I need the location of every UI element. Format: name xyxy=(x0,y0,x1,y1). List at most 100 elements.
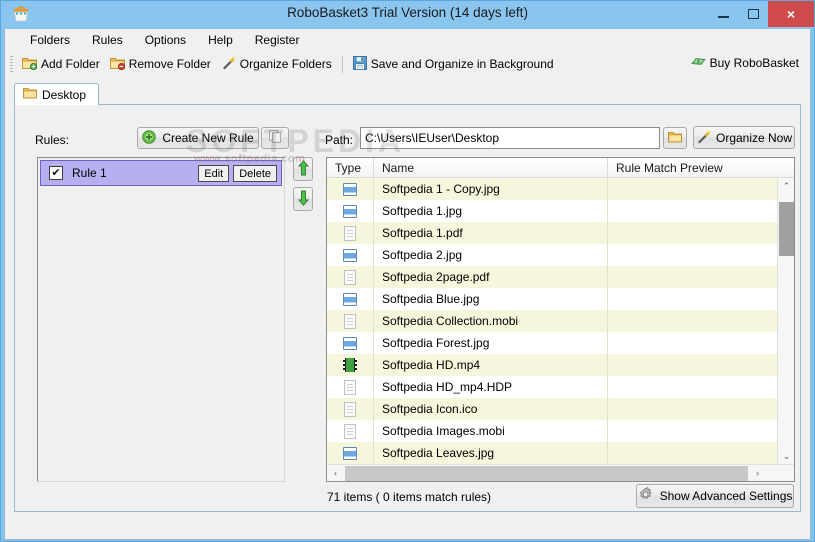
buy-robobasket-button[interactable]: Buy RoboBasket xyxy=(686,53,804,73)
create-new-rule-button[interactable]: Create New Rule xyxy=(137,127,259,149)
tab-desktop[interactable]: Desktop xyxy=(14,83,100,105)
path-input[interactable] xyxy=(360,127,660,149)
file-type-cell xyxy=(327,288,374,310)
move-rule-down-button[interactable] xyxy=(293,187,313,211)
scroll-right-button[interactable]: › xyxy=(749,465,766,481)
toolbar-separator xyxy=(341,55,343,73)
minimize-button[interactable] xyxy=(708,1,738,27)
document-icon xyxy=(344,269,356,285)
file-type-cell xyxy=(327,332,374,354)
file-list-row[interactable]: Softpedia 2.jpg xyxy=(327,244,794,266)
delete-rule-button[interactable]: Delete xyxy=(233,165,277,182)
file-name-cell: Softpedia Blue.jpg xyxy=(374,288,608,310)
close-button[interactable]: × xyxy=(768,1,814,27)
rule-match-preview-cell xyxy=(608,222,794,244)
horizontal-scroll-thumb[interactable] xyxy=(345,465,748,481)
image-icon xyxy=(343,248,357,262)
file-list: Type Name Rule Match Preview Softpedia 1… xyxy=(326,157,795,482)
move-rule-up-button[interactable] xyxy=(293,157,313,181)
menu-item-rules[interactable]: Rules xyxy=(81,31,134,49)
column-header-rule-match-preview[interactable]: Rule Match Preview xyxy=(608,158,776,178)
rules-list-item[interactable]: ✔ Rule 1 Edit Delete xyxy=(40,160,282,186)
magic-wand-icon xyxy=(221,55,236,73)
save-organize-background-label: Save and Organize in Background xyxy=(370,57,554,71)
file-list-row[interactable]: Softpedia Images.mobi xyxy=(327,420,794,442)
scroll-down-button[interactable]: ⌄ xyxy=(778,448,794,465)
arrow-up-icon xyxy=(297,159,309,179)
window-controls: × xyxy=(708,1,814,27)
rule-match-preview-cell xyxy=(608,266,794,288)
maximize-icon xyxy=(747,9,759,19)
maximize-button[interactable] xyxy=(738,1,768,27)
window-title: RoboBasket3 Trial Version (14 days left) xyxy=(287,5,528,20)
file-list-row[interactable]: Softpedia Collection.mobi xyxy=(327,310,794,332)
tab-desktop-label: Desktop xyxy=(42,87,87,102)
file-name-cell: Softpedia Images.mobi xyxy=(374,420,608,442)
file-list-vertical-scrollbar[interactable]: ⌃ ⌄ xyxy=(777,178,794,465)
file-list-row[interactable]: Softpedia 1 - Copy.jpg xyxy=(327,178,794,200)
rule-actions: Edit Delete xyxy=(198,165,277,182)
file-list-row[interactable]: Softpedia Forest.jpg xyxy=(327,332,794,354)
rule-name-label: Rule 1 xyxy=(72,166,107,180)
file-name-cell: Softpedia 2page.pdf xyxy=(374,266,608,288)
menu-item-folders[interactable]: Folders xyxy=(19,31,81,49)
show-advanced-settings-label: Show Advanced Settings xyxy=(659,489,793,503)
magic-wand-icon xyxy=(696,129,711,147)
copy-rule-button[interactable] xyxy=(261,127,289,149)
rules-label: Rules: xyxy=(35,133,70,147)
scroll-up-button[interactable]: ⌃ xyxy=(778,178,794,195)
file-name-cell: Softpedia 1.jpg xyxy=(374,200,608,222)
tab-panel-desktop: Rules: Create New Rule ✔ Rule 1 Edit Del… xyxy=(14,104,801,512)
column-header-name[interactable]: Name xyxy=(374,158,608,178)
image-icon xyxy=(343,182,357,196)
file-list-horizontal-scrollbar[interactable]: ‹ › xyxy=(327,464,794,481)
rules-list[interactable]: ✔ Rule 1 Edit Delete xyxy=(37,157,285,482)
file-type-cell xyxy=(327,310,374,332)
create-new-rule-label: Create New Rule xyxy=(162,131,254,145)
file-list-row[interactable]: Softpedia HD_mp4.HDP xyxy=(327,376,794,398)
browse-folder-button[interactable] xyxy=(663,127,687,149)
rule-enabled-checkbox[interactable]: ✔ xyxy=(49,166,63,180)
money-icon xyxy=(690,55,706,71)
save-organize-background-button[interactable]: Save and Organize in Background xyxy=(348,54,559,75)
add-folder-button[interactable]: Add Folder xyxy=(17,54,105,75)
rule-match-preview-cell xyxy=(608,420,794,442)
rule-match-preview-cell xyxy=(608,310,794,332)
file-list-row[interactable]: Softpedia Icon.ico xyxy=(327,398,794,420)
file-list-row[interactable]: Softpedia HD.mp4 xyxy=(327,354,794,376)
toolbar-grip[interactable] xyxy=(10,56,13,72)
image-icon xyxy=(343,204,357,218)
organize-folders-button[interactable]: Organize Folders xyxy=(216,53,337,75)
remove-folder-button[interactable]: Remove Folder xyxy=(105,54,216,75)
menu-item-register[interactable]: Register xyxy=(244,31,311,49)
edit-rule-button[interactable]: Edit xyxy=(198,165,230,182)
file-list-row[interactable]: Softpedia 1.pdf xyxy=(327,222,794,244)
vertical-scroll-thumb[interactable] xyxy=(779,202,794,256)
scroll-left-button[interactable]: ‹ xyxy=(327,465,344,481)
rule-match-preview-cell xyxy=(608,442,794,464)
menu-item-help[interactable]: Help xyxy=(197,31,244,49)
file-type-cell xyxy=(327,442,374,464)
rule-match-preview-cell xyxy=(608,332,794,354)
minimize-icon xyxy=(717,16,729,18)
rule-reorder-buttons xyxy=(293,157,313,211)
file-list-row[interactable]: Softpedia Leaves.jpg xyxy=(327,442,794,464)
file-list-row[interactable]: Softpedia Blue.jpg xyxy=(327,288,794,310)
column-header-type[interactable]: Type xyxy=(327,158,374,178)
file-list-row[interactable]: Softpedia 2page.pdf xyxy=(327,266,794,288)
show-advanced-settings-button[interactable]: Show Advanced Settings xyxy=(636,484,794,508)
file-name-cell: Softpedia Leaves.jpg xyxy=(374,442,608,464)
rule-match-preview-cell xyxy=(608,376,794,398)
organize-now-button[interactable]: Organize Now xyxy=(693,126,795,149)
file-list-row[interactable]: Softpedia 1.jpg xyxy=(327,200,794,222)
menu-item-options[interactable]: Options xyxy=(134,31,197,49)
file-type-cell xyxy=(327,222,374,244)
file-name-cell: Softpedia 2.jpg xyxy=(374,244,608,266)
file-type-cell xyxy=(327,398,374,420)
document-icon xyxy=(344,423,356,439)
buy-robobasket-label: Buy RoboBasket xyxy=(709,56,799,70)
file-type-cell xyxy=(327,354,374,376)
save-disk-icon xyxy=(352,55,367,73)
menu-bar: Folders Rules Options Help Register xyxy=(5,29,810,51)
document-icon xyxy=(344,313,356,329)
